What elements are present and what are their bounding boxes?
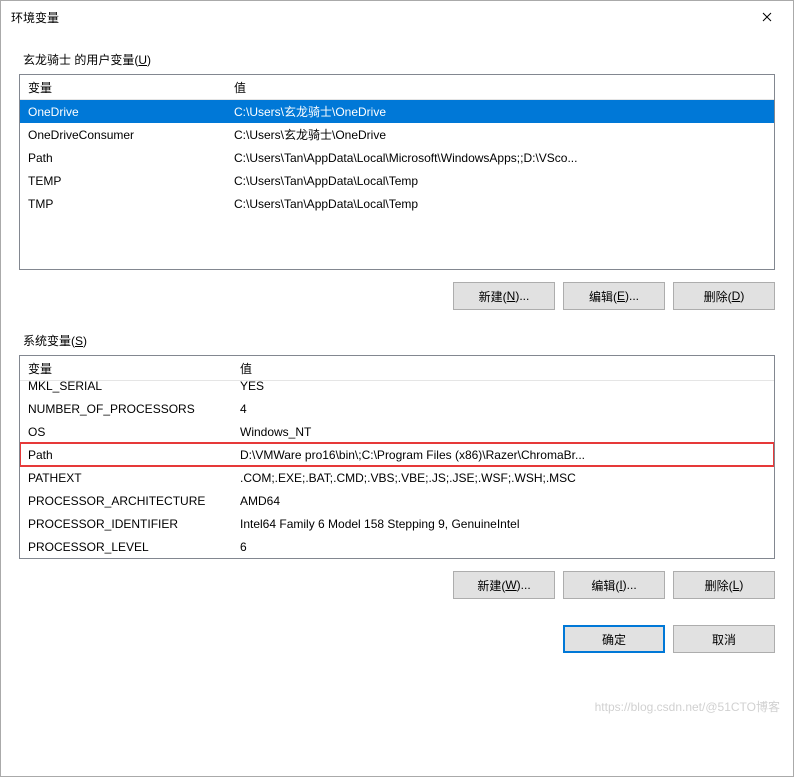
var-value-cell: AMD64	[236, 494, 774, 508]
var-name-cell: OneDriveConsumer	[20, 128, 230, 142]
table-row[interactable]: MKL_SERIALYES	[20, 381, 774, 397]
dialog-footer: 确定 取消	[19, 625, 775, 653]
var-value-cell: C:\Users\Tan\AppData\Local\Microsoft\Win…	[230, 151, 774, 165]
table-row[interactable]: OneDriveC:\Users\玄龙骑士\OneDrive	[20, 100, 774, 123]
col-header-value[interactable]: 值	[230, 79, 774, 96]
var-value-cell: 4	[236, 402, 774, 416]
system-vars-listbox[interactable]: 变量 值 MKL_SERIALYESNUMBER_OF_PROCESSORS4O…	[19, 355, 775, 559]
user-vars-rows: OneDriveC:\Users\玄龙骑士\OneDriveOneDriveCo…	[20, 100, 774, 269]
table-row[interactable]: TEMPC:\Users\Tan\AppData\Local\Temp	[20, 169, 774, 192]
user-vars-label: 玄龙骑士 的用户变量(U)	[23, 51, 775, 68]
system-vars-header: 变量 值	[20, 356, 774, 381]
var-name-cell: TEMP	[20, 174, 230, 188]
user-delete-button[interactable]: 删除(D)	[673, 282, 775, 310]
table-row[interactable]: PathC:\Users\Tan\AppData\Local\Microsoft…	[20, 146, 774, 169]
var-name-cell: Path	[20, 448, 236, 462]
table-row[interactable]: TMPC:\Users\Tan\AppData\Local\Temp	[20, 192, 774, 215]
titlebar: 环境变量	[1, 1, 793, 33]
var-value-cell: 6	[236, 540, 774, 554]
col-header-value[interactable]: 值	[236, 360, 774, 377]
table-row[interactable]: PROCESSOR_LEVEL6	[20, 535, 774, 558]
var-value-cell: D:\VMWare pro16\bin\;C:\Program Files (x…	[236, 448, 774, 462]
system-vars-rows: MKL_SERIALYESNUMBER_OF_PROCESSORS4OSWind…	[20, 381, 774, 558]
var-name-cell: OneDrive	[20, 105, 230, 119]
system-delete-button[interactable]: 删除(L)	[673, 571, 775, 599]
ok-button[interactable]: 确定	[563, 625, 665, 653]
var-name-cell: PROCESSOR_LEVEL	[20, 540, 236, 554]
dialog-body: 玄龙骑士 的用户变量(U) 变量 值 OneDriveC:\Users\玄龙骑士…	[1, 33, 793, 776]
user-vars-header: 变量 值	[20, 75, 774, 100]
table-row[interactable]: PROCESSOR_ARCHITECTUREAMD64	[20, 489, 774, 512]
var-name-cell: PROCESSOR_IDENTIFIER	[20, 517, 236, 531]
col-header-variable[interactable]: 变量	[20, 79, 230, 96]
table-row[interactable]: PATHEXT.COM;.EXE;.BAT;.CMD;.VBS;.VBE;.JS…	[20, 466, 774, 489]
user-vars-listbox[interactable]: 变量 值 OneDriveC:\Users\玄龙骑士\OneDriveOneDr…	[19, 74, 775, 270]
system-vars-buttons: 新建(W)... 编辑(I)... 删除(L)	[19, 571, 775, 599]
table-row[interactable]: PathD:\VMWare pro16\bin\;C:\Program File…	[20, 443, 774, 466]
table-row[interactable]: OSWindows_NT	[20, 420, 774, 443]
table-row[interactable]: NUMBER_OF_PROCESSORS4	[20, 397, 774, 420]
system-edit-button[interactable]: 编辑(I)...	[563, 571, 665, 599]
var-value-cell: C:\Users\Tan\AppData\Local\Temp	[230, 197, 774, 211]
table-row[interactable]: PROCESSOR_IDENTIFIERIntel64 Family 6 Mod…	[20, 512, 774, 535]
var-value-cell: Windows_NT	[236, 425, 774, 439]
var-value-cell: C:\Users\Tan\AppData\Local\Temp	[230, 174, 774, 188]
user-new-button[interactable]: 新建(N)...	[453, 282, 555, 310]
col-header-variable[interactable]: 变量	[20, 360, 236, 377]
close-button[interactable]	[745, 3, 789, 31]
var-name-cell: OS	[20, 425, 236, 439]
user-edit-button[interactable]: 编辑(E)...	[563, 282, 665, 310]
var-name-cell: MKL_SERIAL	[20, 381, 236, 393]
var-name-cell: NUMBER_OF_PROCESSORS	[20, 402, 236, 416]
var-value-cell: C:\Users\玄龙骑士\OneDrive	[230, 103, 774, 120]
var-value-cell: .COM;.EXE;.BAT;.CMD;.VBS;.VBE;.JS;.JSE;.…	[236, 471, 774, 485]
var-value-cell: YES	[236, 381, 774, 393]
system-vars-label: 系统变量(S)	[23, 332, 775, 349]
var-name-cell: TMP	[20, 197, 230, 211]
var-value-cell: Intel64 Family 6 Model 158 Stepping 9, G…	[236, 517, 774, 531]
env-vars-dialog: 环境变量 玄龙骑士 的用户变量(U) 变量 值 OneDriveC:\Users…	[0, 0, 794, 777]
user-vars-buttons: 新建(N)... 编辑(E)... 删除(D)	[19, 282, 775, 310]
window-title: 环境变量	[11, 9, 745, 26]
cancel-button[interactable]: 取消	[673, 625, 775, 653]
var-value-cell: C:\Users\玄龙骑士\OneDrive	[230, 126, 774, 143]
var-name-cell: PATHEXT	[20, 471, 236, 485]
system-new-button[interactable]: 新建(W)...	[453, 571, 555, 599]
close-icon	[762, 12, 772, 22]
var-name-cell: PROCESSOR_ARCHITECTURE	[20, 494, 236, 508]
table-row[interactable]: OneDriveConsumerC:\Users\玄龙骑士\OneDrive	[20, 123, 774, 146]
var-name-cell: Path	[20, 151, 230, 165]
